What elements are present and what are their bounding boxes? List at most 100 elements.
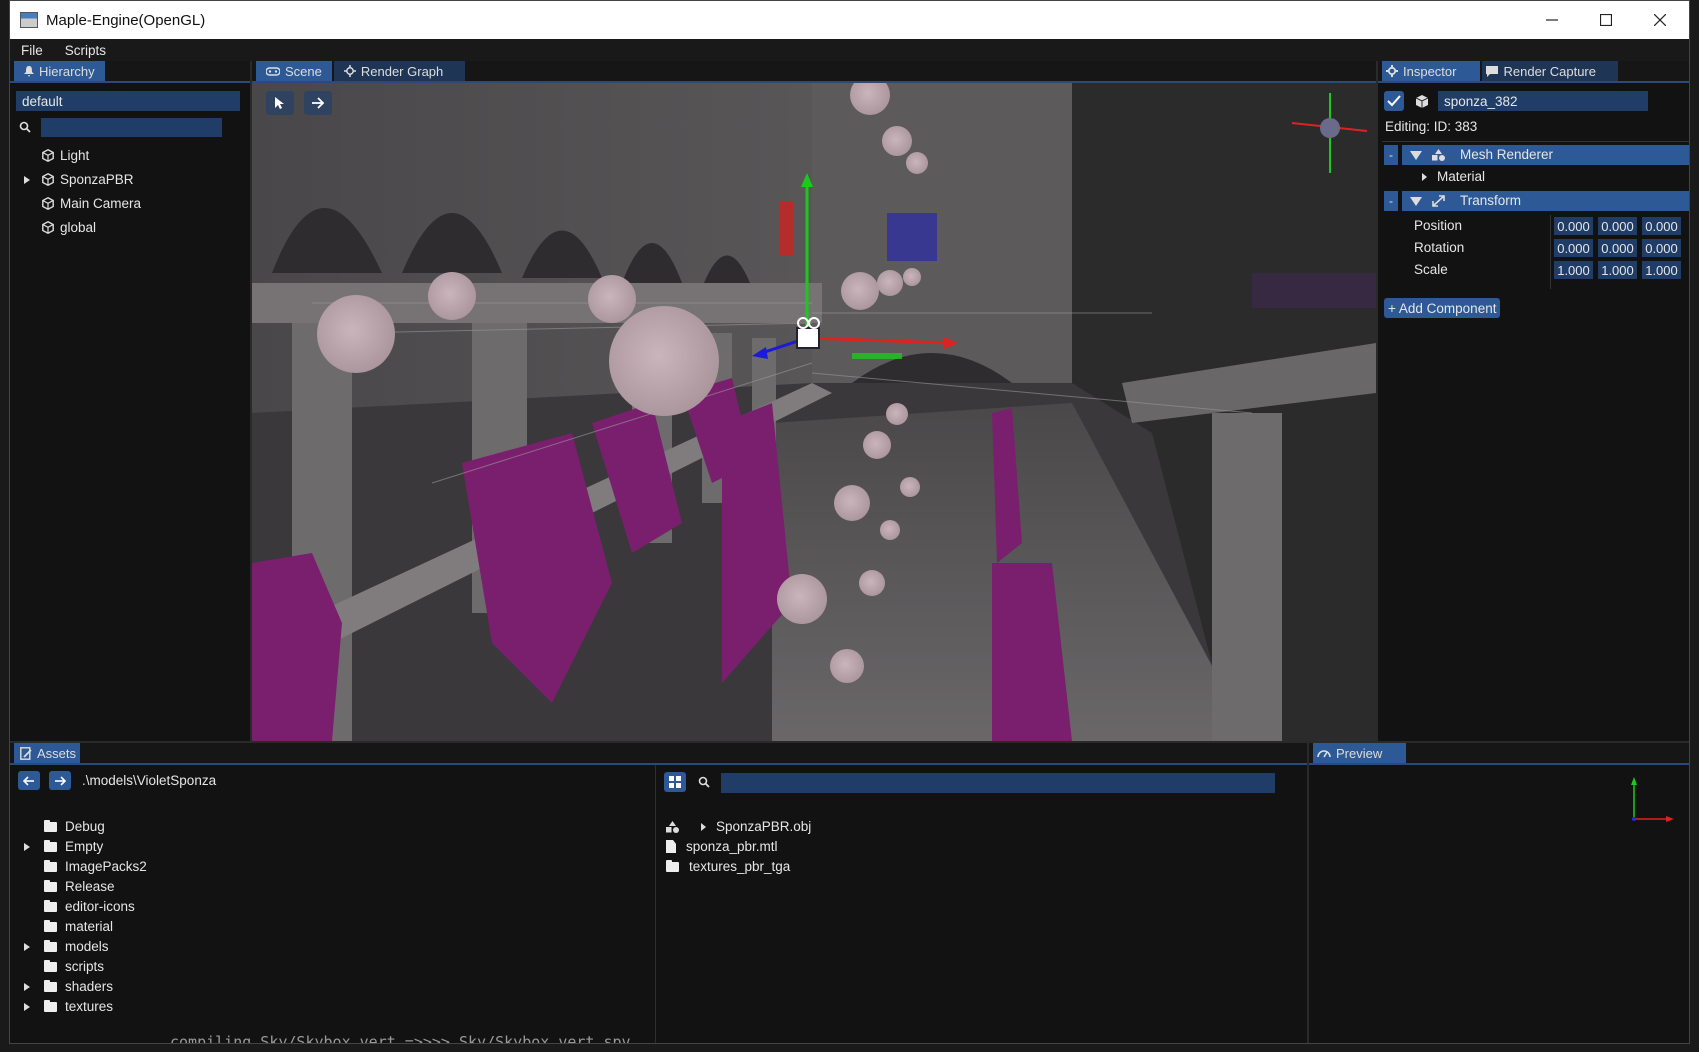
assets-search-input[interactable]: [721, 773, 1275, 793]
shapes-icon: [1432, 149, 1445, 161]
close-icon: [1654, 14, 1666, 26]
folder-icon: [44, 919, 57, 932]
expand-arrow-icon[interactable]: [24, 1002, 32, 1011]
tab-render-capture[interactable]: Render Capture: [1482, 61, 1618, 81]
tab-inspector[interactable]: Inspector: [1382, 61, 1481, 81]
menu-scripts[interactable]: Scripts: [54, 43, 117, 58]
scene-viewport[interactable]: [252, 83, 1376, 741]
tab-scene[interactable]: Scene: [256, 61, 332, 81]
assets-tabbar: Assets: [10, 743, 1307, 765]
edit-file-icon: [20, 746, 32, 760]
folder-icon: [44, 939, 57, 952]
folder-item-label: Debug: [65, 819, 105, 834]
tab-render-capture-label: Render Capture: [1503, 63, 1596, 79]
tab-assets[interactable]: Assets: [14, 743, 81, 763]
assets-splitter[interactable]: [655, 765, 656, 1043]
tab-hierarchy[interactable]: Hierarchy: [14, 61, 105, 81]
transform-value-field[interactable]: 0.000: [1554, 239, 1593, 257]
add-component-button[interactable]: + Add Component: [1384, 298, 1501, 318]
file-item-label: sponza_pbr.mtl: [686, 839, 778, 854]
menu-file[interactable]: File: [10, 43, 54, 58]
arrow-right-icon: [55, 775, 66, 786]
folder-icon: [44, 819, 57, 832]
gear-icon: [1386, 65, 1398, 77]
entity-name-field[interactable]: sponza_382: [1438, 91, 1648, 111]
maximize-button[interactable]: [1577, 1, 1635, 39]
folder-item[interactable]: textures: [24, 999, 113, 1014]
folder-icon: [666, 859, 679, 872]
file-item[interactable]: textures_pbr_tga: [666, 859, 790, 874]
file-item[interactable]: SponzaPBR.obj: [666, 819, 811, 834]
viewport-tabbar: Scene Render Graph: [252, 61, 1376, 83]
transform-value-field[interactable]: 1.000: [1554, 261, 1593, 279]
file-icon: [666, 840, 676, 853]
folder-icon: [44, 899, 57, 912]
folder-item-label: material: [65, 919, 114, 934]
file-item-label: SponzaPBR.obj: [716, 819, 812, 834]
divider: [1382, 141, 1689, 142]
expand-arrow-icon[interactable]: [24, 942, 32, 951]
transform-value-field[interactable]: 0.000: [1598, 217, 1637, 235]
mesh-renderer-header[interactable]: Mesh Renderer: [1402, 145, 1689, 165]
folder-item[interactable]: Debug: [24, 819, 105, 834]
close-button[interactable]: [1631, 1, 1689, 39]
expand-arrow-icon[interactable]: [24, 175, 32, 184]
folder-item[interactable]: material: [24, 919, 113, 934]
transform-value-field[interactable]: 0.000: [1554, 217, 1593, 235]
folder-item[interactable]: scripts: [24, 959, 104, 974]
expand-arrow-icon[interactable]: [24, 842, 32, 851]
tab-render-graph[interactable]: Render Graph: [333, 61, 466, 81]
tab-assets-label: Assets: [37, 745, 77, 761]
folder-item[interactable]: models: [24, 939, 109, 954]
move-tool-button[interactable]: [304, 91, 332, 115]
transform-value-field[interactable]: 0.000: [1598, 239, 1637, 257]
gamepad-icon: [266, 66, 280, 76]
cube-outline-icon: [42, 197, 54, 210]
folder-item[interactable]: shaders: [24, 979, 113, 994]
gauge-icon: [1317, 750, 1331, 758]
transform-row-label: Rotation: [1414, 240, 1465, 255]
expand-arrow-icon[interactable]: [24, 982, 32, 991]
transform-value-field[interactable]: 1.000: [1598, 261, 1637, 279]
folder-item[interactable]: editor-icons: [24, 899, 135, 914]
folder-icon: [44, 979, 57, 992]
minimize-icon: [1546, 19, 1558, 21]
transform-value-field[interactable]: 0.000: [1642, 217, 1681, 235]
folder-item[interactable]: Release: [24, 879, 115, 894]
console-output: compiling Sky/Skybox.vert =>>>> Sky/Skyb…: [170, 1033, 631, 1044]
select-tool-button[interactable]: [266, 91, 294, 115]
back-button[interactable]: [18, 771, 40, 790]
scene-name-field[interactable]: default: [16, 91, 240, 111]
tab-preview[interactable]: Preview: [1313, 743, 1407, 763]
entity-active-checkbox[interactable]: [1384, 91, 1404, 111]
hierarchy-item[interactable]: SponzaPBR: [24, 172, 134, 187]
transform-header[interactable]: Transform: [1402, 191, 1689, 211]
folder-item-label: ImagePacks2: [65, 859, 147, 874]
bell-icon: [24, 65, 34, 77]
folder-item-label: shaders: [65, 979, 114, 994]
file-item[interactable]: sponza_pbr.mtl: [666, 839, 778, 854]
cube-outline-icon: [42, 221, 54, 234]
hierarchy-search-input[interactable]: [41, 118, 222, 137]
file-item-label: textures_pbr_tga: [689, 859, 791, 874]
arrow-right-icon: [312, 97, 325, 109]
grid-view-button[interactable]: [664, 772, 686, 792]
forward-button[interactable]: [49, 771, 71, 790]
folder-icon: [44, 859, 57, 872]
tab-inspector-label: Inspector: [1403, 63, 1457, 79]
transform-value-field[interactable]: 1.000: [1642, 261, 1681, 279]
material-row[interactable]: Material: [1422, 169, 1485, 184]
gear-icon: [343, 65, 356, 77]
remove-mesh-renderer-button[interactable]: -: [1384, 145, 1398, 165]
remove-transform-button[interactable]: -: [1384, 191, 1398, 211]
transform-value-field[interactable]: 0.000: [1642, 239, 1681, 257]
minimize-button[interactable]: [1523, 1, 1581, 39]
folder-icon: [44, 879, 57, 892]
folder-item[interactable]: ImagePacks2: [24, 859, 147, 874]
folder-item[interactable]: Empty: [24, 839, 103, 854]
expand-arrow-icon[interactable]: [701, 822, 706, 831]
hierarchy-item[interactable]: global: [24, 220, 96, 235]
hierarchy-item[interactable]: Main Camera: [24, 196, 141, 211]
hierarchy-item[interactable]: Light: [24, 148, 89, 163]
inspector-tabbar: Inspector Render Capture: [1378, 61, 1689, 83]
